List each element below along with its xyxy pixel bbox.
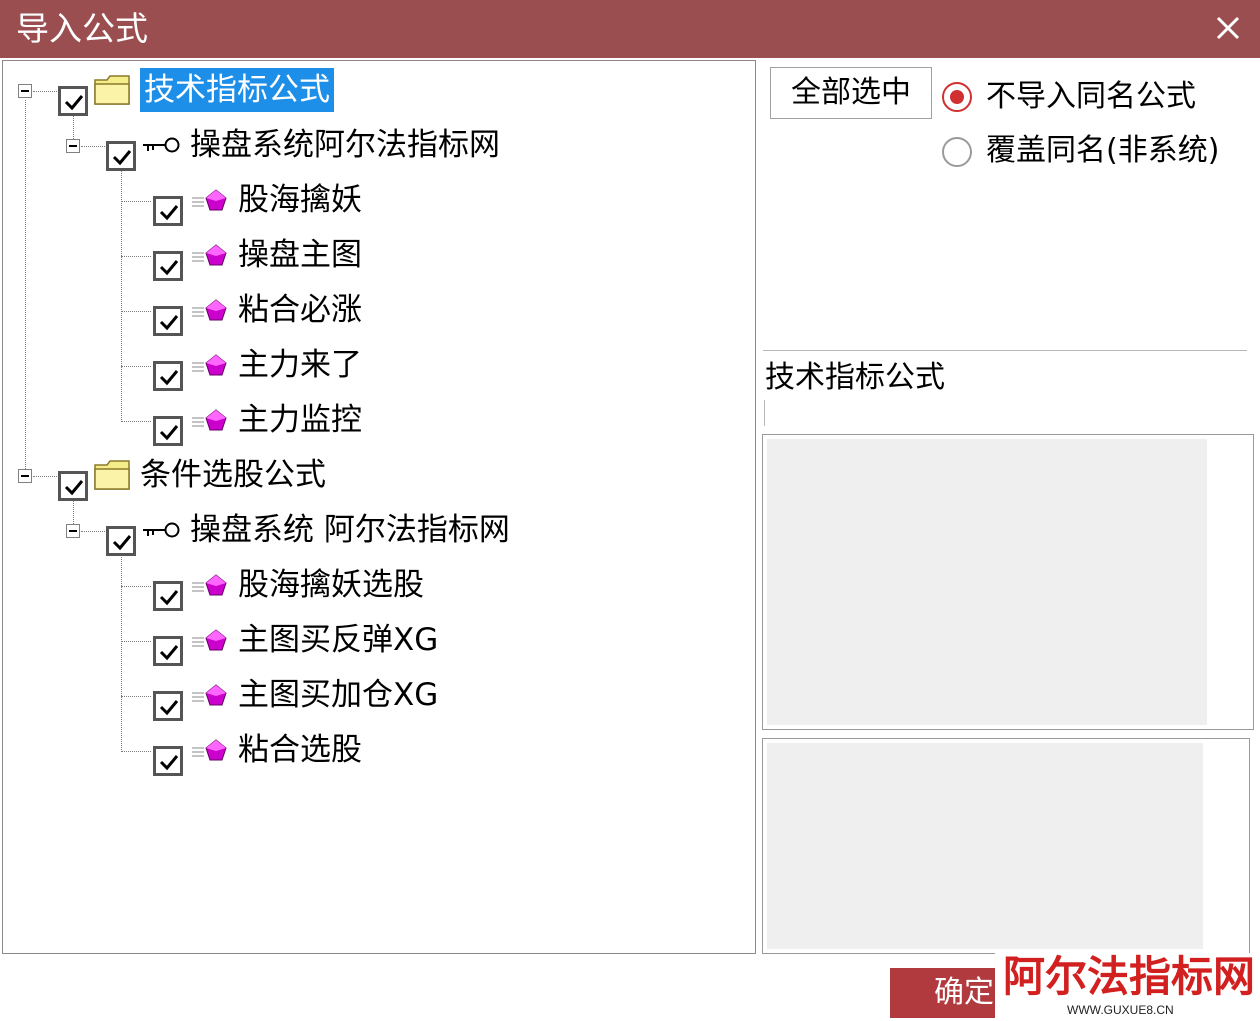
close-icon[interactable] [1210, 10, 1246, 46]
divider-vertical [764, 400, 765, 426]
tree-connector [121, 696, 151, 697]
tree-connector [81, 146, 105, 147]
description-box-bottom[interactable] [762, 738, 1250, 954]
radio-overwrite-duplicates-label[interactable]: 覆盖同名(非系统) [986, 131, 1219, 171]
folder-icon [94, 459, 130, 495]
watermark-url: WWW.GUXUE8.CN [1067, 1003, 1174, 1017]
formula-icon [192, 628, 228, 658]
window-title: 导入公式 [16, 9, 148, 48]
formula-tree[interactable] [2, 60, 756, 954]
collapse-toggle[interactable] [18, 469, 32, 483]
select-all-button[interactable]: 全部选中 [770, 67, 932, 119]
key-icon [142, 520, 180, 544]
description-area-bottom [767, 743, 1203, 949]
watermark-text: 阿尔法指标网 [1003, 952, 1256, 1001]
tree-connector [121, 586, 151, 587]
watermark: 阿尔法指标网 WWW.GUXUE8.CN [995, 953, 1260, 1021]
formula-checkbox[interactable] [153, 196, 183, 226]
tree-connector [121, 366, 151, 367]
radio-skip-duplicates-label[interactable]: 不导入同名公式 [986, 77, 1196, 117]
category-label: 技术指标公式 [765, 360, 945, 395]
tree-formula-label[interactable]: 股海擒妖选股 [238, 563, 424, 607]
formula-checkbox[interactable] [153, 251, 183, 281]
folder-icon [94, 74, 130, 110]
radio-skip-duplicates[interactable] [942, 82, 972, 112]
tree-formula-label[interactable]: 粘合选股 [238, 728, 362, 772]
tree-connector [81, 531, 105, 532]
collapse-toggle[interactable] [66, 524, 80, 538]
radio-overwrite-duplicates[interactable] [942, 137, 972, 167]
formula-icon [192, 188, 228, 218]
tree-formula-label[interactable]: 股海擒妖 [238, 178, 362, 222]
formula-checkbox[interactable] [153, 746, 183, 776]
formula-icon [192, 243, 228, 273]
tree-system-label[interactable]: 操盘系统 阿尔法指标网 [190, 508, 510, 552]
tree-connector [121, 421, 151, 422]
tree-formula-label[interactable]: 主图买反弹XG [238, 618, 438, 662]
group-checkbox[interactable] [58, 471, 88, 501]
tree-connector [121, 163, 122, 422]
formula-checkbox[interactable] [153, 581, 183, 611]
tree-connector [121, 641, 151, 642]
tree-formula-label[interactable]: 主图买加仓XG [238, 673, 438, 717]
key-icon [142, 135, 180, 159]
divider [763, 350, 1247, 351]
formula-checkbox[interactable] [153, 361, 183, 391]
tree-connector [121, 548, 122, 752]
tree-connector [33, 476, 57, 477]
formula-icon [192, 738, 228, 768]
tree-connector [121, 256, 151, 257]
description-box-top[interactable] [762, 434, 1254, 730]
tree-system-label[interactable]: 操盘系统阿尔法指标网 [190, 123, 500, 167]
system-checkbox[interactable] [106, 526, 136, 556]
description-area-top [767, 439, 1207, 725]
tree-formula-label[interactable]: 粘合必涨 [238, 288, 362, 332]
formula-icon [192, 408, 228, 438]
tree-connector [33, 91, 57, 92]
tree-group-label[interactable]: 条件选股公式 [140, 453, 326, 497]
formula-checkbox[interactable] [153, 306, 183, 336]
tree-connector [25, 100, 26, 477]
formula-icon [192, 353, 228, 383]
formula-checkbox[interactable] [153, 691, 183, 721]
tree-connector [121, 751, 151, 752]
title-bar: 导入公式 [0, 0, 1260, 58]
tree-group-label[interactable]: 技术指标公式 [140, 68, 334, 112]
group-checkbox[interactable] [58, 86, 88, 116]
tree-formula-label[interactable]: 主力来了 [238, 343, 362, 387]
tree-formula-label[interactable]: 主力监控 [238, 398, 362, 442]
formula-icon [192, 573, 228, 603]
tree-connector [121, 311, 151, 312]
collapse-toggle[interactable] [66, 139, 80, 153]
collapse-toggle[interactable] [18, 84, 32, 98]
tree-connector [121, 201, 151, 202]
system-checkbox[interactable] [106, 141, 136, 171]
formula-checkbox[interactable] [153, 636, 183, 666]
tree-formula-label[interactable]: 操盘主图 [238, 233, 362, 277]
formula-checkbox[interactable] [153, 416, 183, 446]
formula-icon [192, 683, 228, 713]
formula-icon [192, 298, 228, 328]
